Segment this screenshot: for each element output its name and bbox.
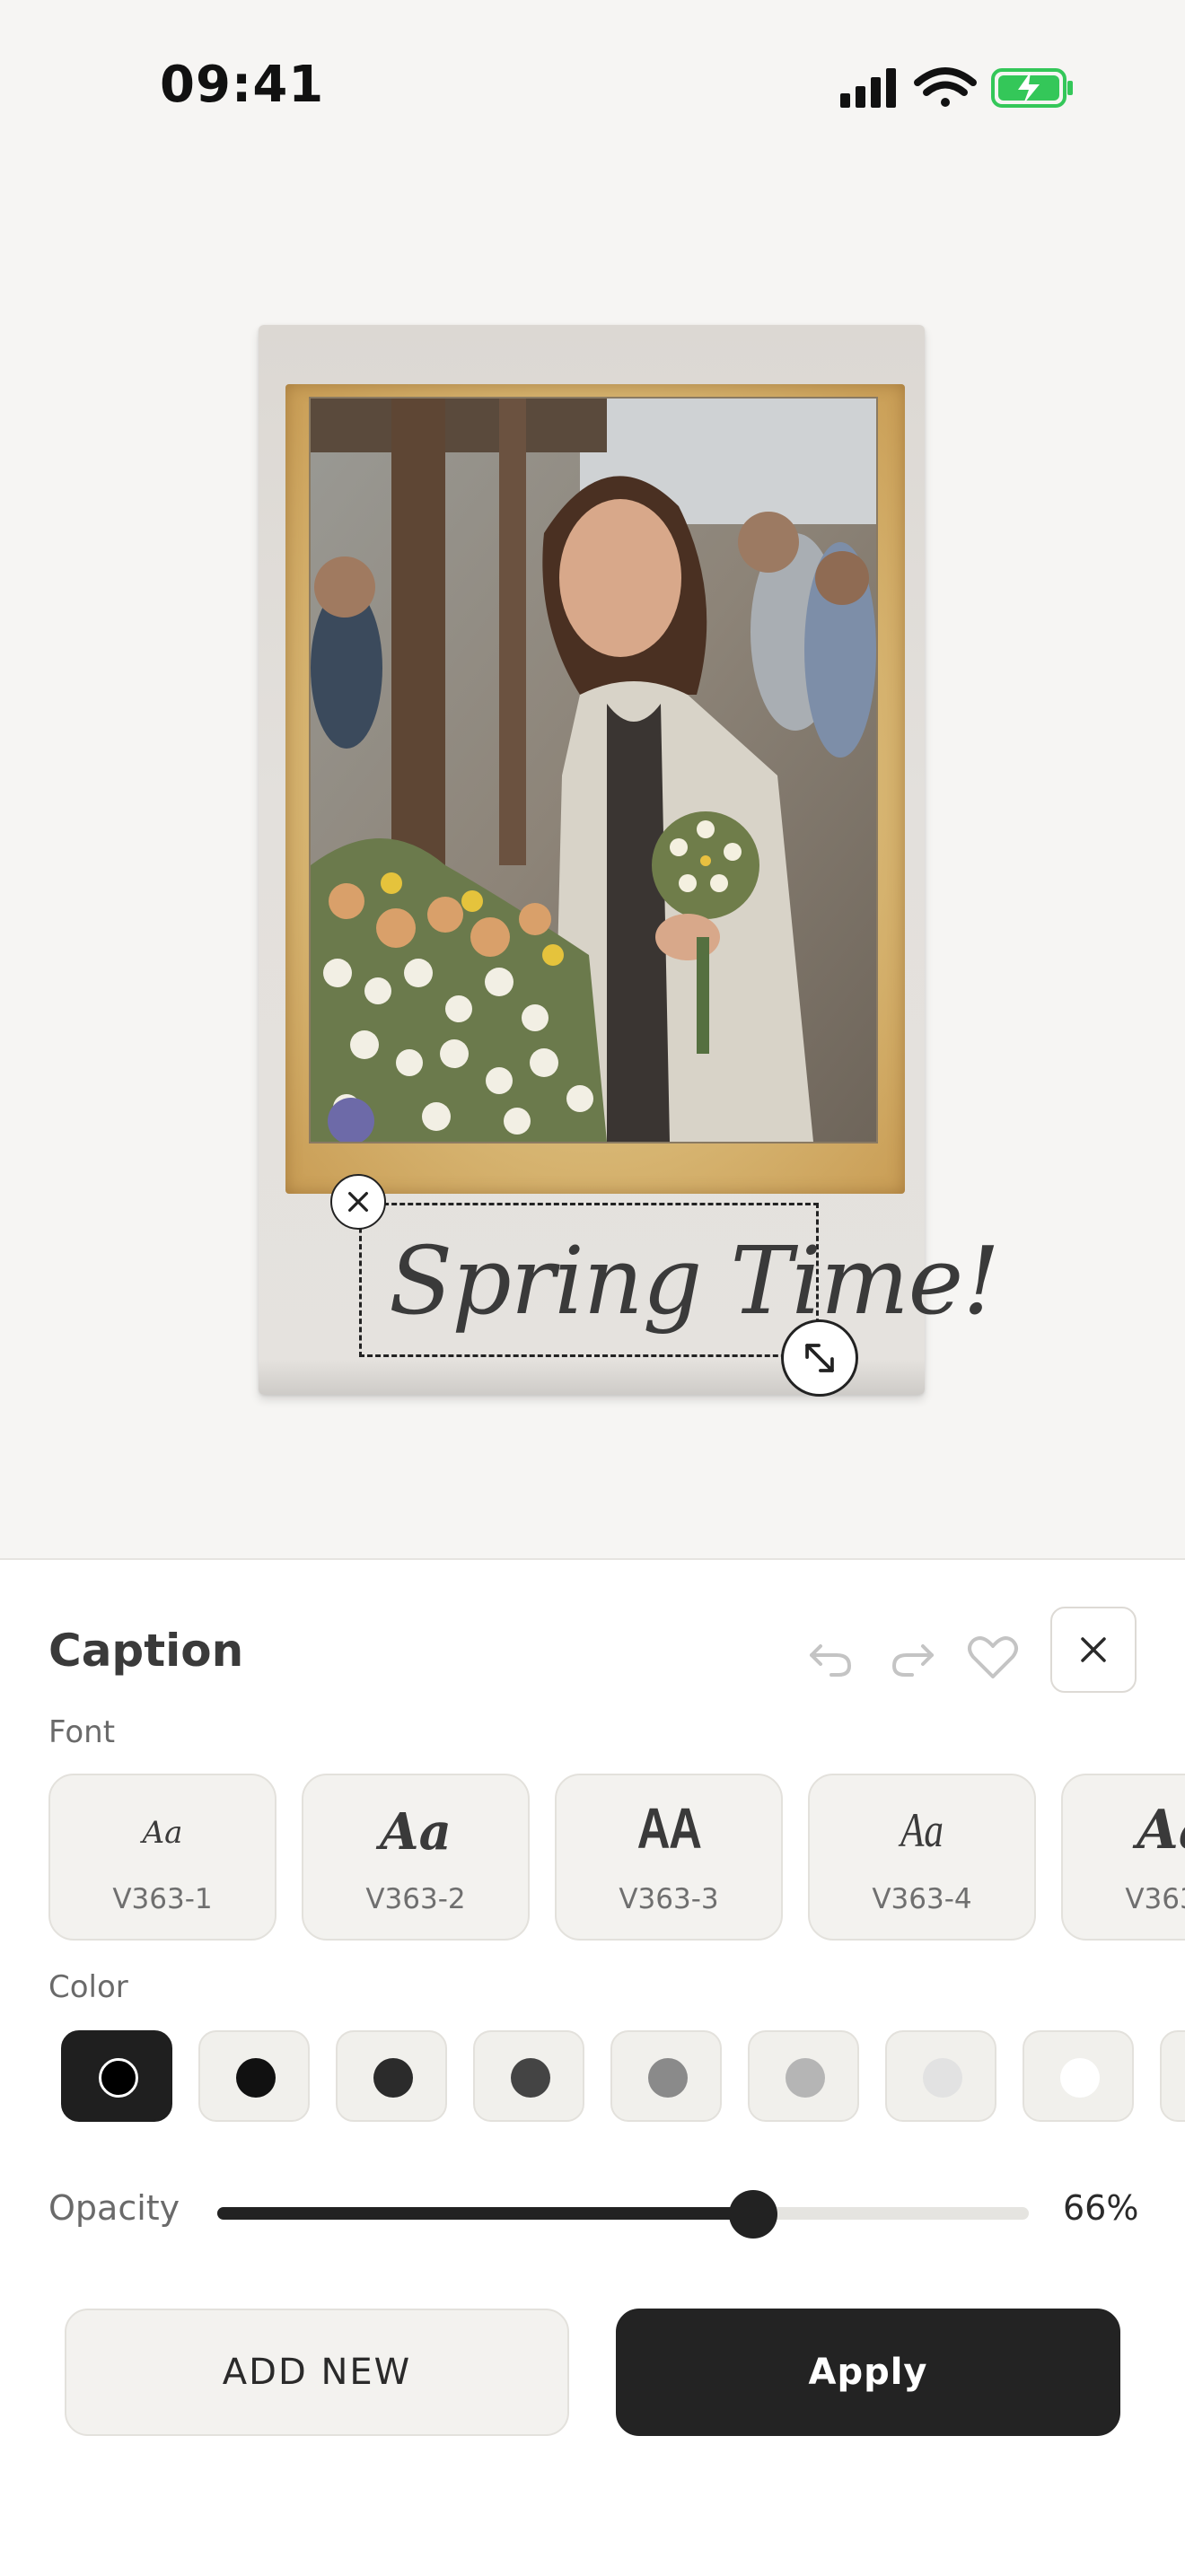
font-option-1[interactable]: Aa V363-1 <box>48 1774 276 1941</box>
font-option-2[interactable]: Aa V363-2 <box>302 1774 530 1941</box>
opacity-value: 66% <box>1063 2188 1139 2228</box>
caption-panel: Caption Font Aa V363-1 Aa V363-2 AA V363… <box>0 1558 1185 2576</box>
status-icons <box>835 63 1077 113</box>
font-name: V363-2 <box>365 1883 466 1915</box>
color-dot <box>99 2058 138 2098</box>
font-sample: Aa <box>380 1802 452 1862</box>
color-swatch[interactable] <box>61 2030 172 2122</box>
undo-icon[interactable] <box>795 1621 867 1693</box>
color-dot <box>1060 2058 1100 2098</box>
font-sample: Aa <box>142 1815 183 1851</box>
color-swatch[interactable] <box>336 2030 447 2122</box>
color-dot <box>786 2058 825 2098</box>
font-option-4[interactable]: Aa V363-4 <box>808 1774 1036 1941</box>
font-sample: AA <box>636 1796 702 1861</box>
font-option-3[interactable]: AA V363-3 <box>555 1774 783 1941</box>
font-name: V363-1 <box>112 1883 213 1915</box>
battery-charging-icon <box>991 68 1073 108</box>
color-list <box>61 2030 1185 2124</box>
add-new-button[interactable]: ADD NEW <box>65 2309 569 2436</box>
font-name: V363-3 <box>619 1883 719 1915</box>
color-swatch[interactable] <box>885 2030 996 2122</box>
heart-icon[interactable] <box>957 1621 1029 1693</box>
resize-icon[interactable] <box>781 1319 858 1397</box>
color-swatch[interactable] <box>1023 2030 1134 2122</box>
color-swatch[interactable] <box>473 2030 584 2122</box>
font-option-5[interactable]: Aa V363-5 <box>1061 1774 1185 1941</box>
panel-title: Caption <box>48 1625 244 1677</box>
color-swatch[interactable] <box>748 2030 859 2122</box>
close-icon[interactable] <box>330 1174 386 1230</box>
color-section-label: Color <box>48 1969 128 2005</box>
wifi-icon <box>914 67 977 107</box>
opacity-slider-thumb[interactable] <box>728 2190 777 2239</box>
redo-icon[interactable] <box>876 1621 948 1693</box>
color-dot <box>923 2058 962 2098</box>
caption-selection[interactable]: Spring Time! <box>359 1203 1000 1357</box>
opacity-slider-fill <box>217 2207 753 2220</box>
font-name: V363-4 <box>872 1883 972 1915</box>
status-bar: 09:41 <box>0 0 1185 180</box>
color-dot <box>511 2058 550 2098</box>
font-sample: Aa <box>1137 1799 1185 1862</box>
font-name: V363-5 <box>1125 1883 1185 1915</box>
color-dot <box>373 2058 413 2098</box>
color-dot <box>648 2058 688 2098</box>
font-section-label: Font <box>48 1714 116 1750</box>
status-time: 09:41 <box>160 56 325 114</box>
color-swatch[interactable] <box>610 2030 722 2122</box>
font-list: Aa V363-1 Aa V363-2 AA V363-3 Aa V363-4 … <box>48 1774 1185 1944</box>
font-sample: Aa <box>900 1803 944 1857</box>
color-swatch[interactable] <box>1160 2030 1185 2122</box>
close-icon <box>1081 1637 1106 1662</box>
color-swatch[interactable] <box>198 2030 310 2122</box>
color-dot <box>236 2058 276 2098</box>
opacity-slider[interactable] <box>217 2190 1029 2239</box>
close-panel-button[interactable] <box>1050 1607 1137 1693</box>
apply-button[interactable]: Apply <box>616 2309 1120 2436</box>
opacity-label: Opacity <box>48 2188 180 2228</box>
photo[interactable] <box>309 397 878 1143</box>
signal-icon <box>840 68 896 108</box>
caption-text[interactable]: Spring Time! <box>389 1218 1000 1344</box>
